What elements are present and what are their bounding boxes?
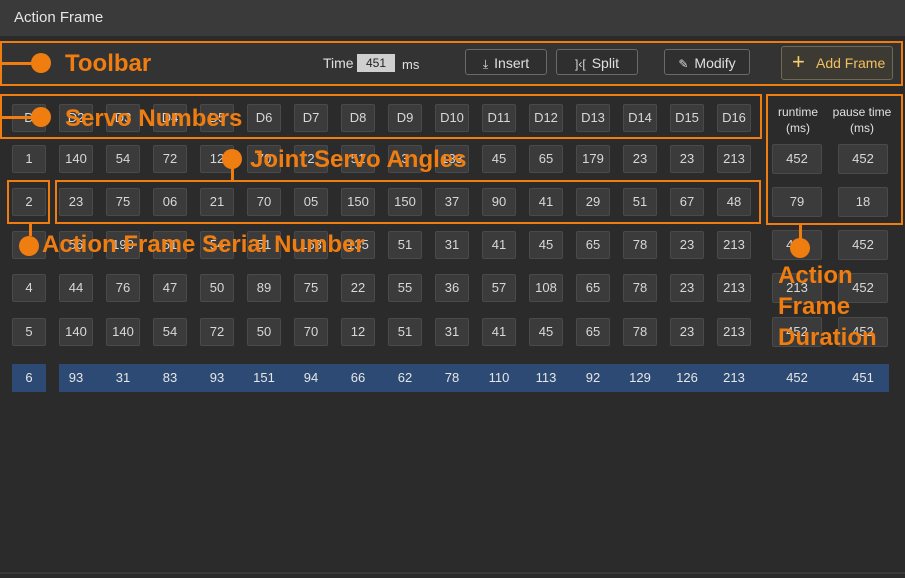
servo-angle-cell[interactable]: 45 <box>529 318 563 346</box>
servo-angle-cell[interactable]: 62 <box>388 364 422 392</box>
servo-angle-cell[interactable]: 41 <box>482 318 516 346</box>
servo-angle-cell[interactable]: 31 <box>106 364 140 392</box>
servo-angle-cell[interactable]: 93 <box>200 364 234 392</box>
duration-callout-dot <box>790 238 810 258</box>
servo-angle-cell[interactable]: 41 <box>482 231 516 259</box>
toolbar-callout-dot <box>31 53 51 73</box>
servo-angle-cell[interactable]: 22 <box>341 274 375 302</box>
servo-angle-cell[interactable]: 54 <box>106 145 140 173</box>
servo-angle-cell[interactable]: 23 <box>670 145 704 173</box>
servo-angle-cell[interactable]: 213 <box>717 364 751 392</box>
servo-angle-cell[interactable]: 50 <box>247 318 281 346</box>
servo-angle-cell[interactable]: 45 <box>529 231 563 259</box>
servo-angle-cell[interactable]: 65 <box>529 145 563 173</box>
servo-angle-cell[interactable]: 66 <box>341 364 375 392</box>
frame-serial-number[interactable]: 6 <box>12 364 46 392</box>
bottom-border <box>0 572 905 574</box>
servo-angle-cell[interactable]: 78 <box>623 318 657 346</box>
servo-angle-cell[interactable]: 12 <box>341 318 375 346</box>
window-title-bar: Action Frame <box>0 0 905 36</box>
duration-annotation-line-1: Action <box>778 262 853 289</box>
servo-angle-cell[interactable]: 108 <box>529 274 563 302</box>
servo-angle-cell[interactable]: 51 <box>388 318 422 346</box>
servo-angle-cell[interactable]: 78 <box>623 231 657 259</box>
servo-angle-cell[interactable]: 54 <box>153 318 187 346</box>
servo-angle-cell[interactable]: 31 <box>435 231 469 259</box>
duration-highlight-box <box>766 94 903 225</box>
servo-numbers-callout-line <box>0 116 32 119</box>
frame-serial-number[interactable]: 1 <box>12 145 46 173</box>
servo-angle-cell[interactable]: 51 <box>388 231 422 259</box>
joint-servo-angles-callout-line <box>231 168 234 182</box>
servo-angle-cell[interactable]: 83 <box>153 364 187 392</box>
servo-angle-cell[interactable]: 72 <box>153 145 187 173</box>
pause-time-cell[interactable]: 452 <box>838 230 888 260</box>
servo-angle-cell[interactable]: 55 <box>388 274 422 302</box>
servo-angle-cell[interactable]: 140 <box>106 318 140 346</box>
servo-angle-cell[interactable]: 50 <box>200 274 234 302</box>
servo-angle-cell[interactable]: 129 <box>623 364 657 392</box>
servo-angle-cell[interactable]: 57 <box>482 274 516 302</box>
servo-angle-cell[interactable]: 65 <box>576 274 610 302</box>
servo-angle-cell[interactable]: 113 <box>529 364 563 392</box>
serial-number-highlight-box <box>7 180 50 224</box>
pause-time-cell[interactable]: 451 <box>838 364 888 392</box>
servo-angle-cell[interactable]: 45 <box>482 145 516 173</box>
servo-angle-cell[interactable]: 179 <box>576 145 610 173</box>
servo-angle-cell[interactable]: 110 <box>482 364 516 392</box>
serial-number-callout-line <box>29 224 32 236</box>
servo-angle-cell[interactable]: 92 <box>576 364 610 392</box>
servo-angle-cell[interactable]: 140 <box>59 145 93 173</box>
servo-angle-cell[interactable]: 89 <box>247 274 281 302</box>
servo-angle-cell[interactable]: 78 <box>623 274 657 302</box>
servo-angle-cell[interactable]: 151 <box>247 364 281 392</box>
servo-angle-cell[interactable]: 47 <box>153 274 187 302</box>
servo-numbers-callout-dot <box>31 107 51 127</box>
servo-angle-cell[interactable]: 213 <box>717 145 751 173</box>
frame-serial-number[interactable]: 5 <box>12 318 46 346</box>
toolbar-annotation: Toolbar <box>65 50 152 77</box>
joint-servo-angles-highlight-box <box>55 180 761 224</box>
servo-angle-cell[interactable]: 72 <box>200 318 234 346</box>
servo-angle-cell[interactable]: 213 <box>717 231 751 259</box>
toolbar-callout-line <box>0 62 32 65</box>
servo-angle-cell[interactable]: 94 <box>294 364 328 392</box>
servo-angle-cell[interactable]: 93 <box>59 364 93 392</box>
servo-angle-cell[interactable]: 213 <box>717 318 751 346</box>
servo-angle-cell[interactable]: 23 <box>670 274 704 302</box>
window-title: Action Frame <box>14 9 104 26</box>
duration-annotation-line-3: Duration <box>778 324 877 351</box>
duration-annotation-line-2: Frame <box>778 293 851 320</box>
servo-angle-cell[interactable]: 23 <box>623 145 657 173</box>
servo-angle-cell[interactable]: 65 <box>576 231 610 259</box>
servo-angle-cell[interactable]: 70 <box>294 318 328 346</box>
joint-servo-angles-annotation: Joint Servo Angles <box>250 146 467 173</box>
servo-angle-cell[interactable]: 76 <box>106 274 140 302</box>
servo-angle-cell[interactable]: 23 <box>670 318 704 346</box>
servo-angle-cell[interactable]: 213 <box>717 274 751 302</box>
joint-servo-angles-callout-dot <box>222 149 242 169</box>
serial-number-callout-dot <box>19 236 39 256</box>
duration-callout-line <box>799 225 802 239</box>
servo-angle-cell[interactable]: 44 <box>59 274 93 302</box>
frame-serial-number[interactable]: 4 <box>12 274 46 302</box>
servo-angle-cell[interactable]: 23 <box>670 231 704 259</box>
servo-angle-cell[interactable]: 78 <box>435 364 469 392</box>
servo-angle-cell[interactable]: 36 <box>435 274 469 302</box>
serial-number-annotation: Action Frame Serial Number <box>42 231 365 258</box>
servo-numbers-annotation: Servo Numbers <box>65 105 243 132</box>
servo-angle-cell[interactable]: 140 <box>59 318 93 346</box>
servo-angle-cell[interactable]: 65 <box>576 318 610 346</box>
servo-angle-cell[interactable]: 31 <box>435 318 469 346</box>
runtime-cell[interactable]: 452 <box>772 364 822 392</box>
servo-angle-cell[interactable]: 75 <box>294 274 328 302</box>
servo-angle-cell[interactable]: 126 <box>670 364 704 392</box>
